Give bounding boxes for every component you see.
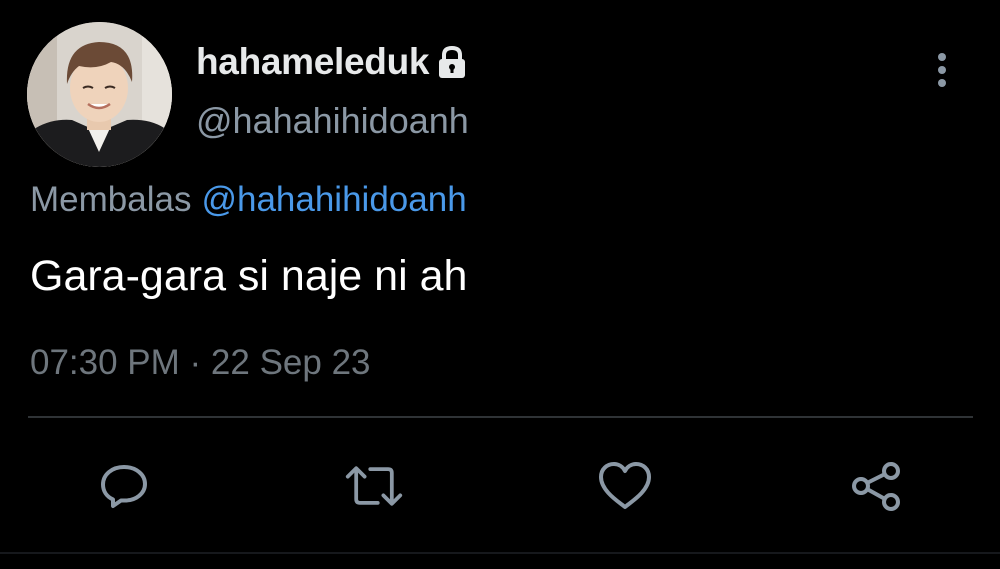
comment-icon: [101, 465, 147, 508]
display-name[interactable]: hahameleduk: [196, 41, 429, 83]
lock-icon: [435, 45, 469, 79]
retweet-icon: [345, 466, 403, 506]
heart-icon: [599, 462, 651, 509]
avatar[interactable]: [27, 22, 172, 167]
tweet-text: Gara-gara si naje ni ah: [30, 252, 468, 300]
replying-to-label: Membalas: [30, 180, 192, 219]
share-button[interactable]: [846, 458, 906, 514]
reply-button[interactable]: [94, 458, 154, 514]
reply-mention-link[interactable]: @hahahihidoanh: [201, 180, 466, 219]
tweet-timestamp[interactable]: 07:30 PM · 22 Sep 23: [30, 343, 371, 383]
bottom-divider: [0, 552, 1000, 554]
more-vertical-icon: [938, 53, 946, 87]
more-options-button[interactable]: [920, 48, 964, 92]
user-handle[interactable]: @hahahihidoanh: [196, 100, 469, 142]
tweet-detail: hahameleduk @hahahihidoanh Membalas @haha…: [0, 0, 1000, 569]
like-button[interactable]: [595, 458, 655, 514]
divider: [28, 416, 973, 418]
share-icon: [852, 462, 900, 511]
replying-to: Membalas @hahahihidoanh: [30, 180, 467, 220]
retweet-button[interactable]: [344, 458, 404, 514]
display-name-row: hahameleduk: [196, 40, 469, 84]
avatar-photo: [27, 22, 172, 167]
